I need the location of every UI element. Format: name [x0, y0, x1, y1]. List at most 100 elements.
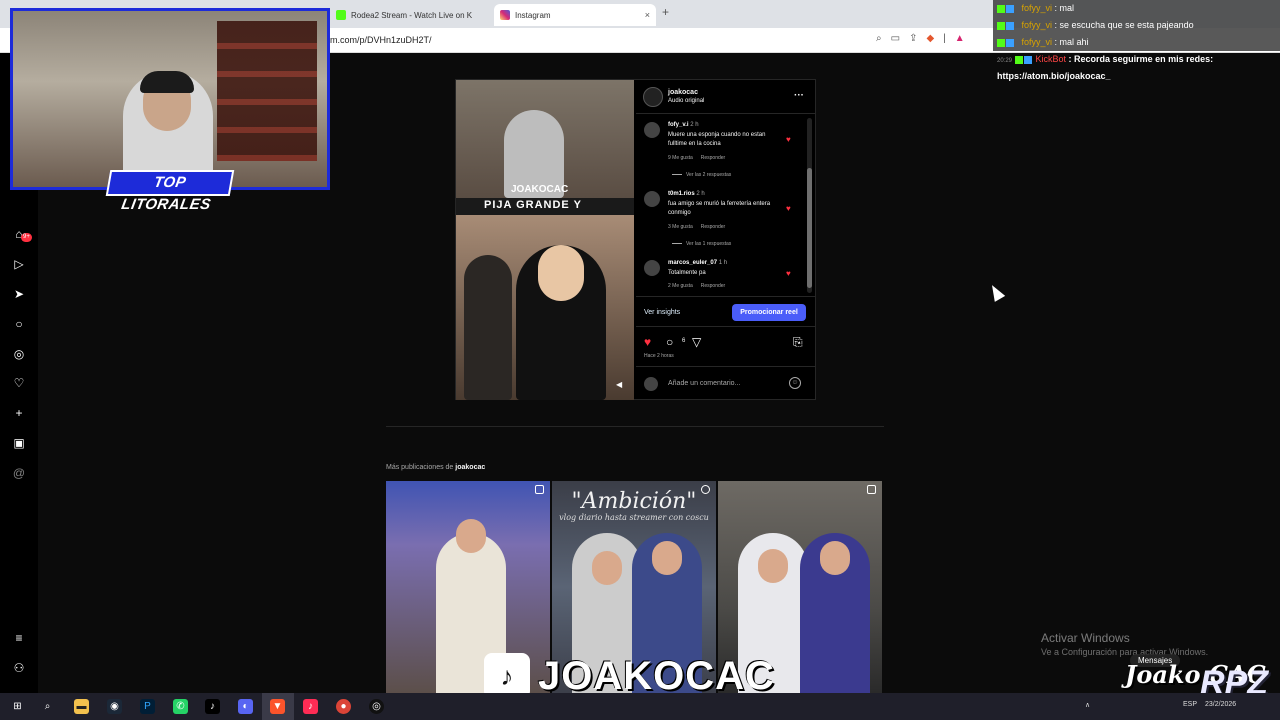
comment-username[interactable]: marcos_euler_07 — [668, 260, 717, 266]
reply-button[interactable]: Responder — [701, 224, 725, 230]
comment-header: fofy_v.i 2 h — [668, 122, 699, 128]
kick-badge-icon — [997, 38, 1005, 47]
photoshop-icon[interactable]: P — [140, 699, 155, 714]
comment-username[interactable]: fofy_v.i — [668, 122, 689, 128]
brave-shield-icon[interactable]: ◆ — [926, 33, 934, 44]
tab-kick-stream[interactable]: Rodea2 Stream - Watch Live on K — [330, 4, 490, 26]
cast-icon[interactable]: ▭ — [891, 33, 900, 44]
tray-date[interactable]: 23/2/2026 — [1205, 701, 1236, 708]
file-explorer-icon[interactable]: ▬ — [74, 699, 89, 714]
reels-icon[interactable]: ▷ — [11, 256, 27, 272]
comment-time: 1 h — [718, 260, 728, 266]
comment-likes[interactable]: 9 Me gusta — [668, 155, 693, 161]
sub-badge-icon — [1006, 4, 1014, 13]
more-posts-heading: Más publicaciones de joakocac — [386, 464, 485, 471]
comment-like-icon[interactable]: ♥ — [786, 135, 791, 144]
view-insights-link[interactable]: Ver insights — [644, 309, 680, 316]
dashboard-icon[interactable]: ▣ — [11, 435, 27, 451]
tiktok-app-icon[interactable]: ♪ — [205, 699, 220, 714]
chat-username: fofyy_vi — [1021, 37, 1053, 47]
carousel-icon — [867, 485, 876, 494]
explore-icon[interactable]: ◎ — [11, 346, 27, 362]
reel-video[interactable]: JOAKOCAC PIJA GRANDE Y ◀ — [456, 80, 634, 400]
threads-icon[interactable]: @ — [11, 465, 27, 481]
comment-icon[interactable]: ○ — [666, 335, 673, 349]
chat-text: se escucha que se esta pajeando — [1059, 20, 1194, 30]
reel-tiktok-watermark: JOAKOCAC — [511, 184, 569, 195]
commenter-avatar[interactable] — [644, 191, 660, 207]
brave-rewards-icon[interactable]: ▲ — [955, 33, 965, 44]
share-icon[interactable]: ⇪ — [909, 33, 917, 44]
post-face — [592, 551, 622, 585]
watermark-subtitle: Ve a Configuración para activar Windows. — [1041, 647, 1209, 657]
commenter-avatar[interactable] — [644, 122, 660, 138]
kick-icon — [336, 10, 346, 20]
chat-link[interactable]: https://atom.bio/joakocac_ — [997, 71, 1111, 81]
stream-chat: fofyy_vi : mal fofyy_vi : se escucha que… — [993, 0, 1280, 82]
notifications-icon[interactable]: ♡ — [11, 375, 27, 391]
search-icon[interactable]: ○ — [11, 316, 27, 332]
discord-icon[interactable]: ◐ — [238, 699, 253, 714]
chat-text: mal ahi — [1059, 37, 1089, 47]
search-icon[interactable]: ⌕ — [40, 699, 55, 714]
windows-taskbar: ⊞ ⌕ ▬ ◉ P ✆ ♪ ◐ ▼ ♪ ● ◎ ∧ ESP 23/2/2026 — [0, 693, 1280, 720]
author-username[interactable]: joakocac — [668, 89, 698, 96]
comment-time: 2 h — [696, 191, 705, 197]
chat-message: fofyy_vi : se escucha que se esta pajean… — [993, 17, 1280, 34]
reel-top-frame — [456, 80, 634, 198]
comments-scrollbar[interactable] — [807, 118, 812, 293]
watermark-title: Activar Windows — [1041, 631, 1130, 645]
create-icon[interactable]: + — [11, 405, 27, 421]
audio-label[interactable]: Audio original — [668, 98, 704, 104]
author-avatar[interactable] — [643, 87, 663, 107]
comment-like-icon[interactable]: ♥ — [786, 204, 791, 213]
obs-icon[interactable]: ◎ — [369, 699, 384, 714]
more-options-icon[interactable]: ··· — [794, 90, 804, 101]
save-icon[interactable]: ⎘ — [793, 335, 803, 350]
more-icon[interactable]: ⚇ — [11, 660, 27, 676]
mute-icon[interactable]: ◀ — [616, 380, 622, 389]
webcam-overlay — [10, 8, 330, 190]
url-field[interactable]: m.com/p/DVHn1zuDH2T/ — [330, 35, 432, 45]
kick-badge-icon — [997, 21, 1005, 30]
like-icon[interactable]: ♥ — [644, 335, 651, 349]
menu-icon[interactable]: ≡ — [11, 630, 27, 646]
reply-button[interactable]: Responder — [701, 155, 725, 161]
scrollbar-thumb[interactable] — [807, 168, 812, 288]
promote-reel-button[interactable]: Promocionar reel — [732, 304, 806, 321]
add-comment-input[interactable]: Añade un comentario... — [668, 380, 740, 387]
chrome-icon[interactable]: ● — [336, 699, 351, 714]
new-tab-button[interactable]: + — [662, 5, 669, 19]
chat-text: Recorda seguirme en mis redes: — [1074, 54, 1214, 64]
chat-username: fofyy_vi — [1021, 20, 1053, 30]
tray-chevron-icon[interactable]: ∧ — [1085, 701, 1090, 709]
view-replies-button[interactable]: Ver las 2 respuestas — [672, 172, 731, 178]
my-avatar — [644, 377, 658, 391]
tab-instagram[interactable]: Instagram × — [494, 4, 656, 26]
more-posts-user[interactable]: joakocac — [455, 464, 485, 471]
comment-username[interactable]: t0m1.rios — [668, 191, 695, 197]
post-face — [820, 541, 850, 575]
kick-badge-icon — [1015, 55, 1024, 64]
share-icon[interactable]: ▽ — [692, 335, 701, 349]
brave-icon[interactable]: ▼ — [270, 699, 285, 714]
tab-label: Rodea2 Stream - Watch Live on K — [351, 10, 473, 20]
more-posts-label: Más publicaciones de — [386, 464, 454, 471]
windows-start-icon[interactable]: ⊞ — [10, 699, 25, 714]
comment-likes[interactable]: 3 Me gusta — [668, 224, 693, 230]
steam-icon[interactable]: ◉ — [107, 699, 122, 714]
reply-button[interactable]: Responder — [701, 283, 725, 289]
language-indicator[interactable]: ESP — [1183, 701, 1197, 708]
zoom-icon[interactable]: ⌕ — [876, 33, 882, 44]
close-tab-icon[interactable]: × — [645, 10, 650, 20]
instagram-icon — [500, 10, 510, 20]
comment-like-icon[interactable]: ♥ — [786, 269, 791, 278]
chat-username: KickBot — [1035, 54, 1067, 64]
emoji-icon[interactable]: ☺ — [789, 377, 801, 389]
view-replies-button[interactable]: Ver las 1 respuestas — [672, 241, 731, 247]
commenter-avatar[interactable] — [644, 260, 660, 276]
whatsapp-icon[interactable]: ✆ — [173, 699, 188, 714]
comment-likes[interactable]: 2 Me gusta — [668, 283, 693, 289]
direct-icon[interactable]: ➤ — [11, 286, 27, 302]
tiktok-studio-icon[interactable]: ♪ — [303, 699, 318, 714]
